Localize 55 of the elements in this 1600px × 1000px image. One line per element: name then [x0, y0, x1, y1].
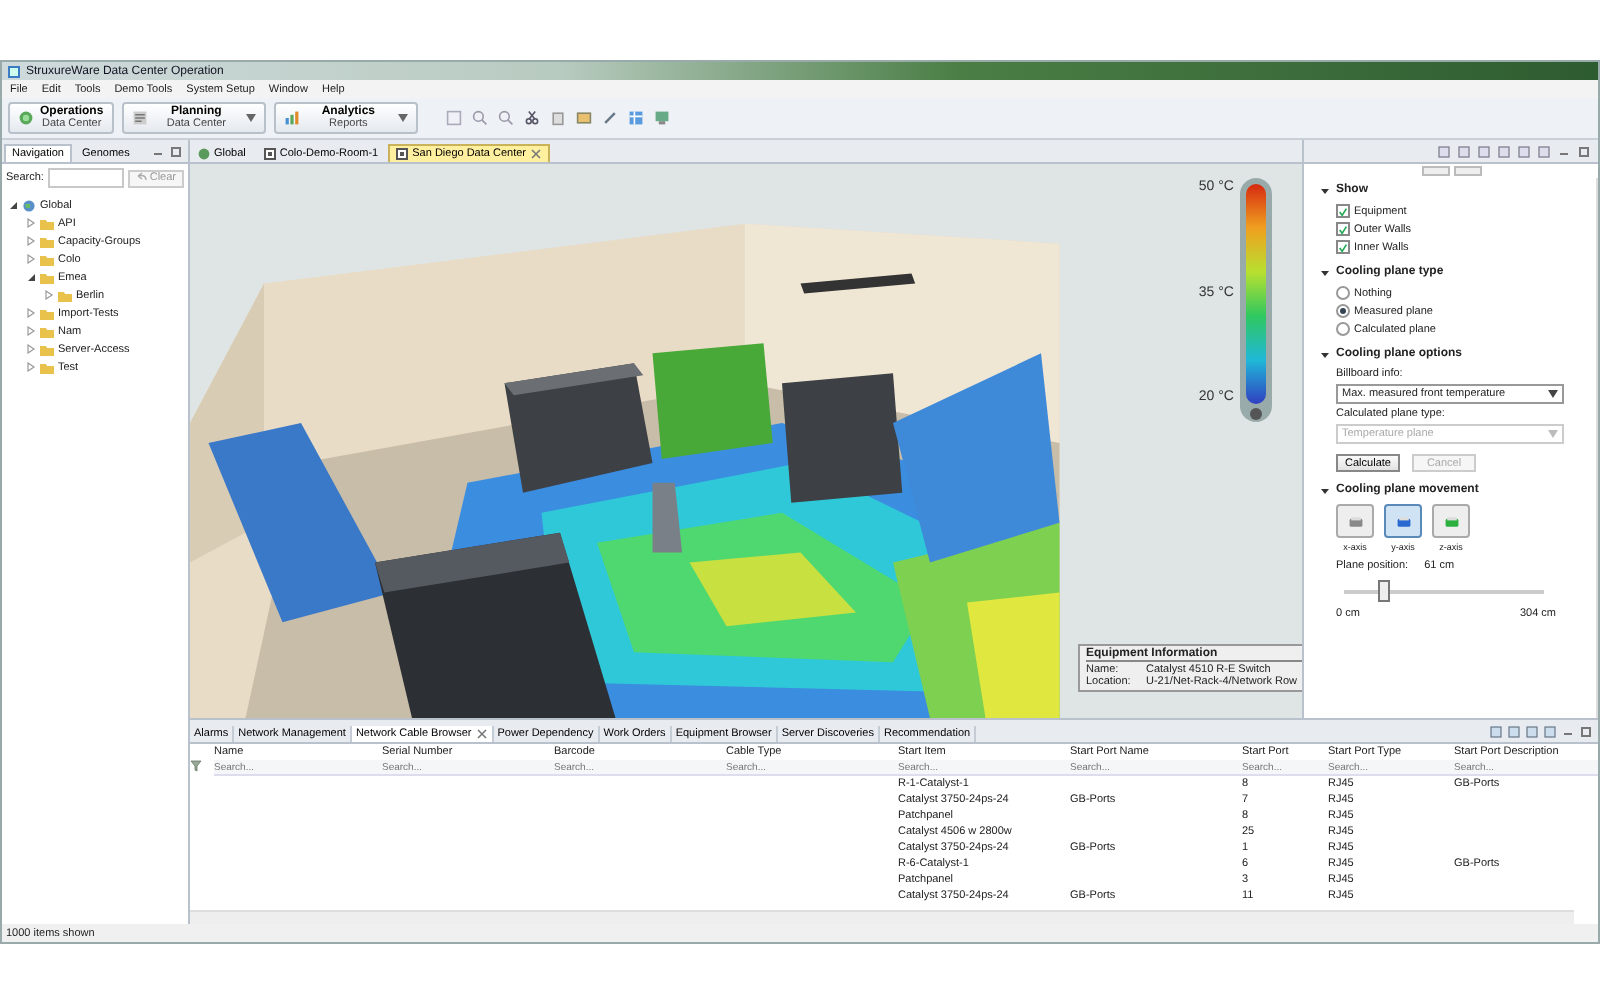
axis-button[interactable]	[1384, 504, 1422, 538]
collapsed-arrow-icon[interactable]	[26, 326, 36, 336]
floor-plan-icon	[396, 148, 409, 160]
globe-icon	[22, 199, 36, 211]
collapsed-arrow-icon[interactable]	[26, 344, 36, 354]
plane-icon	[1347, 513, 1363, 529]
collapsed-arrow-icon[interactable]	[26, 362, 36, 372]
radio-button[interactable]	[1336, 286, 1350, 300]
radio-button[interactable]	[1336, 304, 1350, 318]
collapsed-arrow-icon[interactable]	[26, 236, 36, 246]
bar-chart-icon	[283, 110, 300, 126]
plane-icon	[1443, 513, 1459, 529]
axis-button[interactable]	[1432, 504, 1470, 538]
collapsed-arrow-icon[interactable]	[44, 290, 54, 300]
zoom-in-button[interactable]	[1453, 166, 1481, 176]
globe-icon	[18, 110, 34, 126]
zoom-out-button[interactable]	[1421, 166, 1449, 176]
search-icon[interactable]	[471, 110, 488, 126]
close-icon[interactable]	[530, 148, 542, 160]
expanded-arrow-icon[interactable]	[1320, 349, 1330, 359]
floor-plan-icon	[263, 148, 276, 160]
axis-button[interactable]	[1336, 504, 1374, 538]
caret-icon	[245, 114, 256, 122]
expanded-arrow-icon[interactable]	[26, 272, 36, 282]
maximize-icon[interactable]	[1578, 145, 1590, 157]
radio-button[interactable]	[1336, 322, 1350, 336]
document-icon	[131, 110, 148, 126]
close-icon[interactable]	[475, 728, 488, 740]
maximize-icon[interactable]	[170, 145, 182, 157]
clipboard-icon[interactable]	[549, 110, 566, 126]
expanded-arrow-icon[interactable]	[1320, 485, 1330, 495]
collapsed-arrow-icon[interactable]	[26, 308, 36, 318]
server-room-3d-drawing[interactable]	[190, 223, 1060, 718]
globe-icon	[198, 148, 210, 160]
checkbox[interactable]	[1336, 222, 1350, 236]
maximize-icon[interactable]	[1580, 725, 1592, 737]
expanded-arrow-icon[interactable]	[1320, 185, 1330, 195]
caret-icon	[397, 114, 408, 122]
checkbox[interactable]	[1336, 240, 1350, 254]
app-icon	[8, 65, 20, 77]
horizontal-scrollbar[interactable]	[190, 910, 1574, 924]
checkbox[interactable]	[1336, 204, 1350, 218]
slider-thumb[interactable]	[1378, 580, 1390, 602]
undo-arrow-icon	[135, 172, 148, 184]
scissors-icon[interactable]	[523, 110, 540, 126]
caret-icon	[1548, 390, 1558, 398]
expanded-arrow-icon[interactable]	[8, 200, 18, 210]
plane-icon	[1395, 513, 1411, 529]
filter-icon[interactable]	[190, 760, 202, 772]
expanded-arrow-icon[interactable]	[1320, 267, 1330, 277]
caret-icon	[1548, 430, 1558, 438]
collapsed-arrow-icon[interactable]	[26, 218, 36, 228]
search-field[interactable]	[47, 168, 124, 188]
search-icon[interactable]	[497, 110, 514, 126]
collapsed-arrow-icon[interactable]	[26, 254, 36, 264]
